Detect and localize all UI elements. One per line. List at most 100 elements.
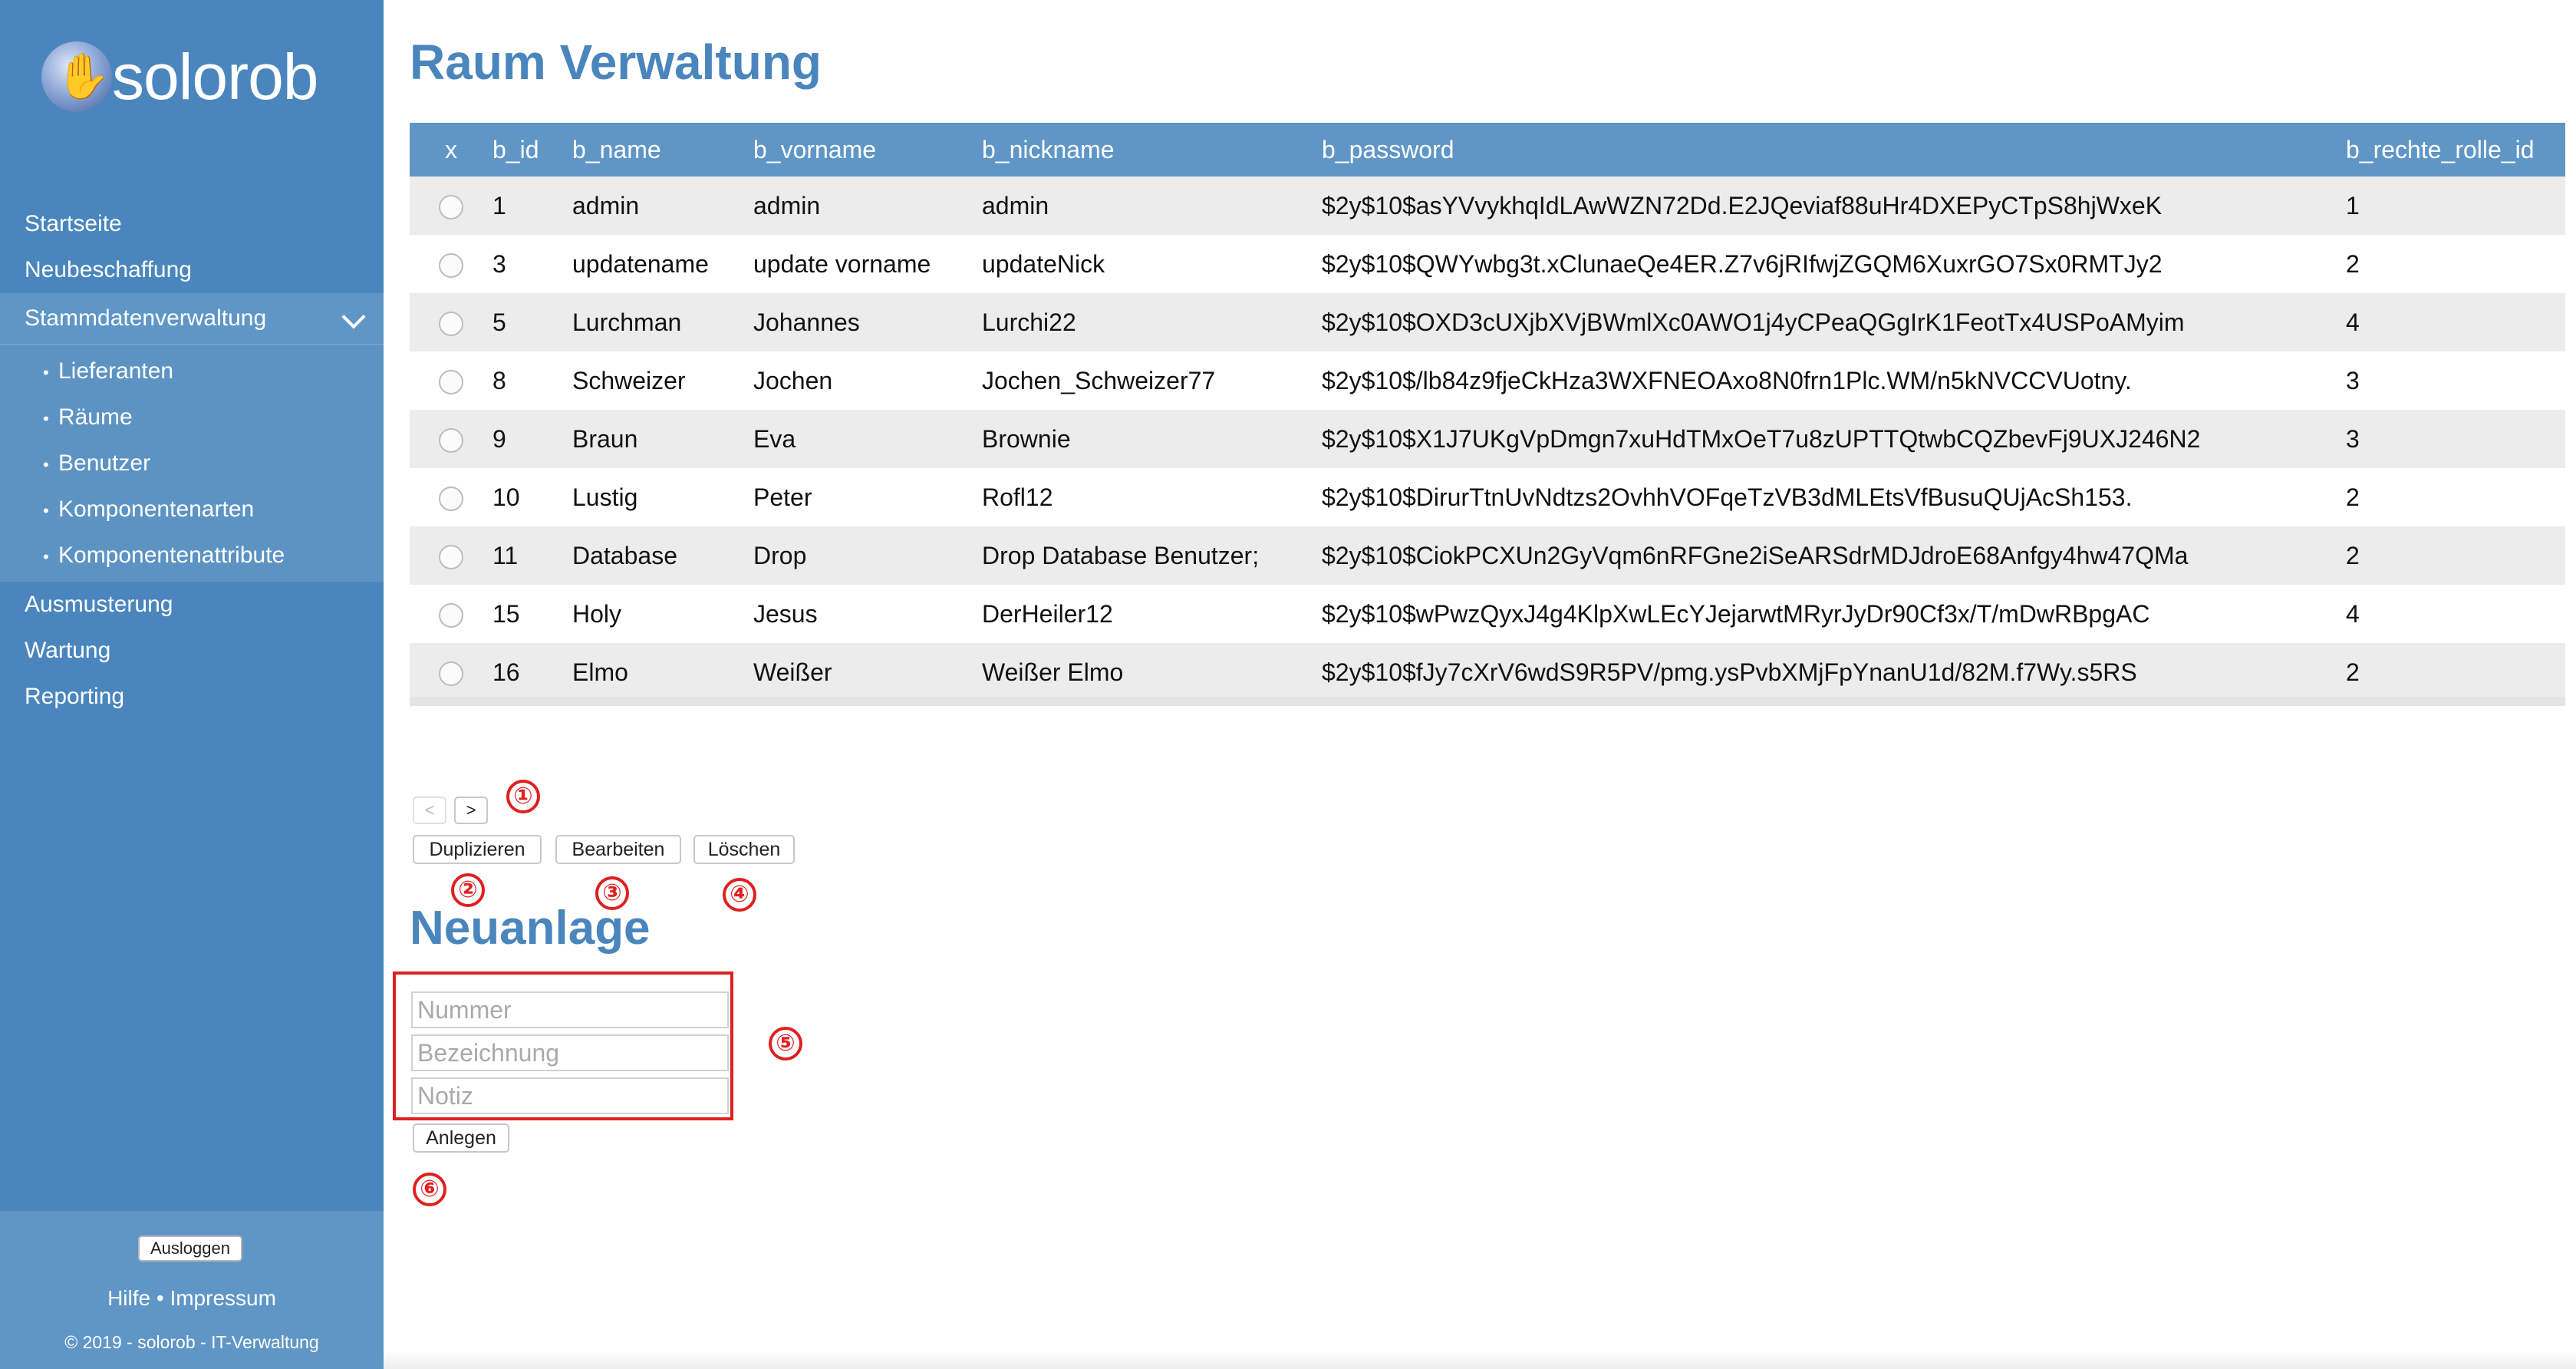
- cell-b-name: Lurchman: [572, 293, 753, 351]
- prev-page-button[interactable]: <: [413, 797, 446, 824]
- cell-b-rechte-rolle-id: 4: [2346, 293, 2565, 351]
- cell-b-nickname: Weißer Elmo: [982, 643, 1322, 701]
- select-cell: [410, 468, 492, 526]
- sidebar-item-stammdatenverwaltung[interactable]: Stammdatenverwaltung: [0, 293, 384, 344]
- column-header-b-vorname[interactable]: b_vorname: [753, 123, 982, 176]
- cell-b-name: Elmo: [572, 643, 753, 701]
- cell-b-password: $2y$10$QWYwbg3t.xClunaeQe4ER.Z7v6jRIfwjZ…: [1322, 235, 2346, 293]
- sidebar-subitem-label: Lieferanten: [58, 358, 174, 384]
- cell-b-name: Database: [572, 526, 753, 585]
- cell-b-nickname: Rofl12: [982, 468, 1322, 526]
- sidebar-subitem-komponentenattribute[interactable]: • Komponentenattribute: [0, 533, 384, 579]
- logo-text: solorob: [112, 41, 319, 113]
- row-select-radio[interactable]: [439, 195, 463, 220]
- sidebar-subitem-label: Komponentenattribute: [58, 543, 285, 568]
- cell-b-password: $2y$10$X1J7UKgVpDmgn7xuHdTMxOeT7u8zUPTTQ…: [1322, 410, 2346, 468]
- cell-b-password: $2y$10$CiokPCXUn2GyVqm6nRFGne2iSeARSdrMD…: [1322, 526, 2346, 585]
- cell-b-rechte-rolle-id: 1: [2346, 176, 2565, 235]
- cell-b-password: $2y$10$/lb84z9fjeCkHza3WXFNEOAxo8N0frn1P…: [1322, 351, 2346, 410]
- logout-button[interactable]: Ausloggen: [138, 1235, 242, 1262]
- column-header-b-id[interactable]: b_id: [492, 123, 572, 176]
- column-header-b-rechte-rolle-id[interactable]: b_rechte_rolle_id: [2346, 123, 2565, 176]
- footer-links: Hilfe • Impressum: [0, 1286, 384, 1311]
- cell-b-name: Holy: [572, 585, 753, 643]
- edit-button[interactable]: Bearbeiten: [555, 835, 681, 864]
- sidebar-subitem-komponentenarten[interactable]: • Komponentenarten: [0, 487, 384, 533]
- bullet: •: [43, 363, 49, 382]
- sidebar-subitem-raeume[interactable]: • Räume: [0, 394, 384, 440]
- delete-button[interactable]: Löschen: [693, 835, 795, 864]
- sidebar-subitem-label: Räume: [58, 404, 133, 430]
- table-row[interactable]: 10 Lustig Peter Rofl12 $2y$10$DirurTtnUv…: [410, 468, 2565, 526]
- page-bottom-shadow: [384, 1351, 2576, 1369]
- designation-field[interactable]: [411, 1034, 729, 1071]
- cell-b-password: $2y$10$asYVvykhqIdLAwWZN72Dd.E2JQeviaf88…: [1322, 176, 2346, 235]
- logo-mark-icon: ✋: [41, 41, 112, 112]
- next-page-button[interactable]: >: [454, 797, 488, 824]
- duplicate-button[interactable]: Duplizieren: [413, 835, 542, 864]
- row-select-radio[interactable]: [439, 253, 463, 279]
- sidebar-item-neubeschaffung[interactable]: Neubeschaffung: [0, 247, 384, 293]
- table-row[interactable]: 5 Lurchman Johannes Lurchi22 $2y$10$OXD3…: [410, 293, 2565, 351]
- cell-b-password: $2y$10$fJy7cXrV6wdS9R5PV/pmg.ysPvbXMjFpY…: [1322, 643, 2346, 701]
- table-row[interactable]: 11 Database Drop Drop Database Benutzer;…: [410, 526, 2565, 585]
- imprint-link[interactable]: Impressum: [170, 1286, 275, 1310]
- help-link[interactable]: Hilfe: [107, 1286, 150, 1310]
- select-cell: [410, 585, 492, 643]
- number-field[interactable]: [411, 991, 729, 1028]
- sidebar-item-startseite[interactable]: Startseite: [0, 201, 384, 247]
- cell-b-vorname: Weißer: [753, 643, 982, 701]
- sidebar-item-wartung[interactable]: Wartung: [0, 628, 384, 674]
- cell-b-id: 15: [492, 585, 572, 643]
- cell-b-rechte-rolle-id: 2: [2346, 235, 2565, 293]
- table-row[interactable]: 16 Elmo Weißer Weißer Elmo $2y$10$fJy7cX…: [410, 643, 2565, 701]
- app-logo[interactable]: ✋ solorob: [41, 37, 348, 121]
- sidebar-item-reporting[interactable]: Reporting: [0, 674, 384, 720]
- row-select-radio[interactable]: [439, 487, 463, 512]
- column-header-b-nickname[interactable]: b_nickname: [982, 123, 1322, 176]
- sidebar-subitem-label: Komponentenarten: [58, 496, 255, 522]
- column-header-b-name[interactable]: b_name: [572, 123, 753, 176]
- page-title: Raum Verwaltung: [410, 35, 822, 90]
- annotation-marker-6: ⑥: [413, 1173, 446, 1206]
- cell-b-name: Braun: [572, 410, 753, 468]
- submenu-stammdaten: • Lieferanten • Räume • Benutzer • Komponent…: [0, 344, 384, 582]
- cell-b-vorname: Eva: [753, 410, 982, 468]
- table-row[interactable]: 1 admin admin admin $2y$10$asYVvykhqIdLA…: [410, 176, 2565, 235]
- column-header-select[interactable]: x: [410, 123, 492, 176]
- cell-b-id: 9: [492, 410, 572, 468]
- select-cell: [410, 176, 492, 235]
- cell-b-rechte-rolle-id: 2: [2346, 526, 2565, 585]
- row-select-radio[interactable]: [439, 428, 463, 454]
- cell-b-nickname: admin: [982, 176, 1322, 235]
- row-select-radio[interactable]: [439, 545, 463, 570]
- hand-icon: ✋: [55, 51, 111, 101]
- cell-b-nickname: Jochen_Schweizer77: [982, 351, 1322, 410]
- row-select-radio[interactable]: [439, 603, 463, 628]
- row-select-radio[interactable]: [439, 370, 463, 395]
- sidebar-item-label: Stammdatenverwaltung: [25, 305, 267, 331]
- table-row[interactable]: 3 updatename update vorname updateNick $…: [410, 235, 2565, 293]
- table-row[interactable]: 9 Braun Eva Brownie $2y$10$X1J7UKgVpDmgn…: [410, 410, 2565, 468]
- cell-b-name: Schweizer: [572, 351, 753, 410]
- table-row[interactable]: 8 Schweizer Jochen Jochen_Schweizer77 $2…: [410, 351, 2565, 410]
- chevron-down-icon[interactable]: [341, 305, 366, 329]
- sidebar-subitem-lieferanten[interactable]: • Lieferanten: [0, 348, 384, 394]
- sidebar-item-ausmusterung[interactable]: Ausmusterung: [0, 582, 384, 628]
- note-field[interactable]: [411, 1077, 729, 1114]
- column-header-b-password[interactable]: b_password: [1322, 123, 2346, 176]
- sidebar-subitem-label: Benutzer: [58, 450, 151, 476]
- table-scrollbar-track[interactable]: [410, 697, 2565, 706]
- cell-b-vorname: admin: [753, 176, 982, 235]
- row-select-radio[interactable]: [439, 312, 463, 337]
- table-header-row: x b_id b_name b_vorname b_nickname b_pas…: [410, 123, 2565, 176]
- row-select-radio[interactable]: [439, 661, 463, 687]
- bullet: •: [43, 501, 49, 520]
- cell-b-id: 10: [492, 468, 572, 526]
- create-button[interactable]: Anlegen: [413, 1123, 509, 1153]
- cell-b-nickname: Brownie: [982, 410, 1322, 468]
- cell-b-id: 5: [492, 293, 572, 351]
- cell-b-id: 3: [492, 235, 572, 293]
- sidebar-subitem-benutzer[interactable]: • Benutzer: [0, 440, 384, 487]
- table-row[interactable]: 15 Holy Jesus DerHeiler12 $2y$10$wPwzQyx…: [410, 585, 2565, 643]
